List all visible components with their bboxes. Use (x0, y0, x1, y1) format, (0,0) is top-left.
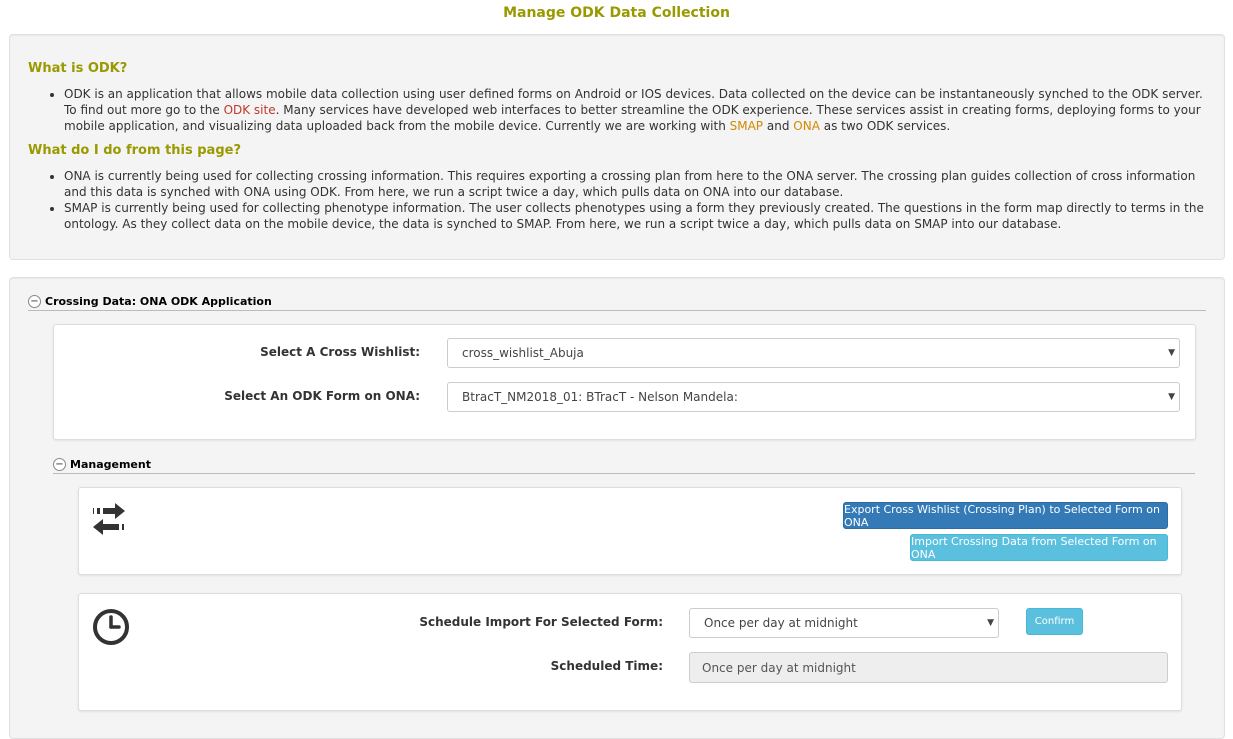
chevron-down-icon: ▼ (987, 618, 994, 628)
what-is-odk-heading: What is ODK? (28, 61, 128, 76)
collapse-icon: − (28, 295, 41, 308)
odk-info-panel: What is ODK? ODK is an application that … (9, 34, 1225, 260)
usage-list: ONA is currently being used for collecti… (28, 168, 1216, 232)
schedule-select[interactable]: Once per day at midnight ▼ (689, 608, 999, 638)
ona-link[interactable]: ONA (793, 119, 820, 133)
collapse-icon: − (53, 458, 66, 471)
odk-form-select-value: BtracT_NM2018_01: BTracT - Nelson Mandel… (462, 390, 738, 404)
odk-info-list: ODK is an application that allows mobile… (28, 86, 1216, 134)
schedule-import-label: Schedule Import For Selected Form: (419, 615, 663, 629)
smap-link[interactable]: SMAP (730, 119, 763, 133)
management-section-toggle[interactable]: − Management (53, 458, 1195, 474)
smap-usage-item: SMAP is currently being used for collect… (64, 200, 1216, 232)
crossing-section-toggle[interactable]: − Crossing Data: ONA ODK Application (28, 295, 1206, 311)
crossing-section-title: Crossing Data: ONA ODK Application (45, 295, 272, 308)
odk-form-label: Select An ODK Form on ONA: (224, 389, 420, 403)
management-section-title: Management (70, 458, 151, 471)
crossing-selection-panel: Select A Cross Wishlist: cross_wishlist_… (53, 324, 1196, 440)
wishlist-label: Select A Cross Wishlist: (260, 345, 420, 359)
export-wishlist-button[interactable]: Export Cross Wishlist (Crossing Plan) to… (843, 502, 1168, 529)
clock-icon (92, 608, 130, 646)
scheduled-time-label: Scheduled Time: (550, 659, 663, 673)
page-title: Manage ODK Data Collection (503, 5, 730, 21)
odk-site-link[interactable]: ODK site (224, 103, 276, 117)
what-do-i-do-heading: What do I do from this page? (28, 143, 241, 158)
ona-usage-item: ONA is currently being used for collecti… (64, 168, 1216, 200)
chevron-down-icon: ▼ (1168, 392, 1175, 402)
chevron-down-icon: ▼ (1168, 348, 1175, 358)
transfer-arrows-icon (91, 501, 131, 537)
odk-intro-item: ODK is an application that allows mobile… (64, 86, 1216, 134)
transfer-panel: Export Cross Wishlist (Crossing Plan) to… (78, 487, 1182, 575)
confirm-schedule-button[interactable]: Confirm (1026, 608, 1083, 635)
and-text: and (763, 119, 794, 133)
ona-section-panel: − Crossing Data: ONA ODK Application Sel… (9, 277, 1225, 739)
odk-form-select[interactable]: BtracT_NM2018_01: BTracT - Nelson Mandel… (447, 382, 1180, 412)
import-crossing-data-button[interactable]: Import Crossing Data from Selected Form … (910, 534, 1168, 561)
scheduled-time-field: Once per day at midnight (689, 652, 1168, 683)
schedule-panel: Schedule Import For Selected Form: Once … (78, 593, 1182, 711)
schedule-select-value: Once per day at midnight (704, 616, 858, 630)
services-end-text: as two ODK services. (819, 119, 951, 133)
wishlist-select-value: cross_wishlist_Abuja (462, 346, 584, 360)
wishlist-select[interactable]: cross_wishlist_Abuja ▼ (447, 338, 1180, 368)
